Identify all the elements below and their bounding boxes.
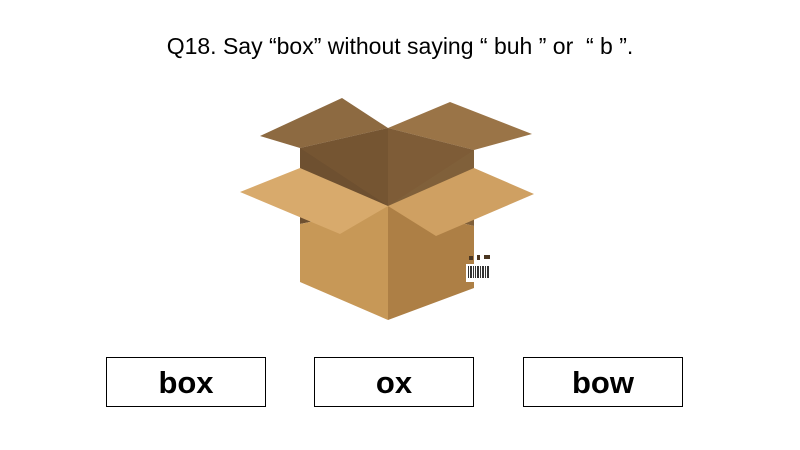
quiz-slide: Q18. Say “box” without saying “ buh ” or… <box>0 0 800 450</box>
answer-option-box[interactable]: box <box>106 357 266 407</box>
cardboard-box-icon <box>240 98 534 320</box>
answer-label: ox <box>375 364 413 400</box>
barcode-icon <box>468 266 489 278</box>
answer-option-bow[interactable]: bow <box>523 357 683 407</box>
question-text: Q18. Say “box” without saying “ buh ” or… <box>166 33 634 59</box>
answer-label: box <box>158 364 214 400</box>
answer-label: bow <box>572 364 634 400</box>
answer-option-ox[interactable]: ox <box>314 357 474 407</box>
